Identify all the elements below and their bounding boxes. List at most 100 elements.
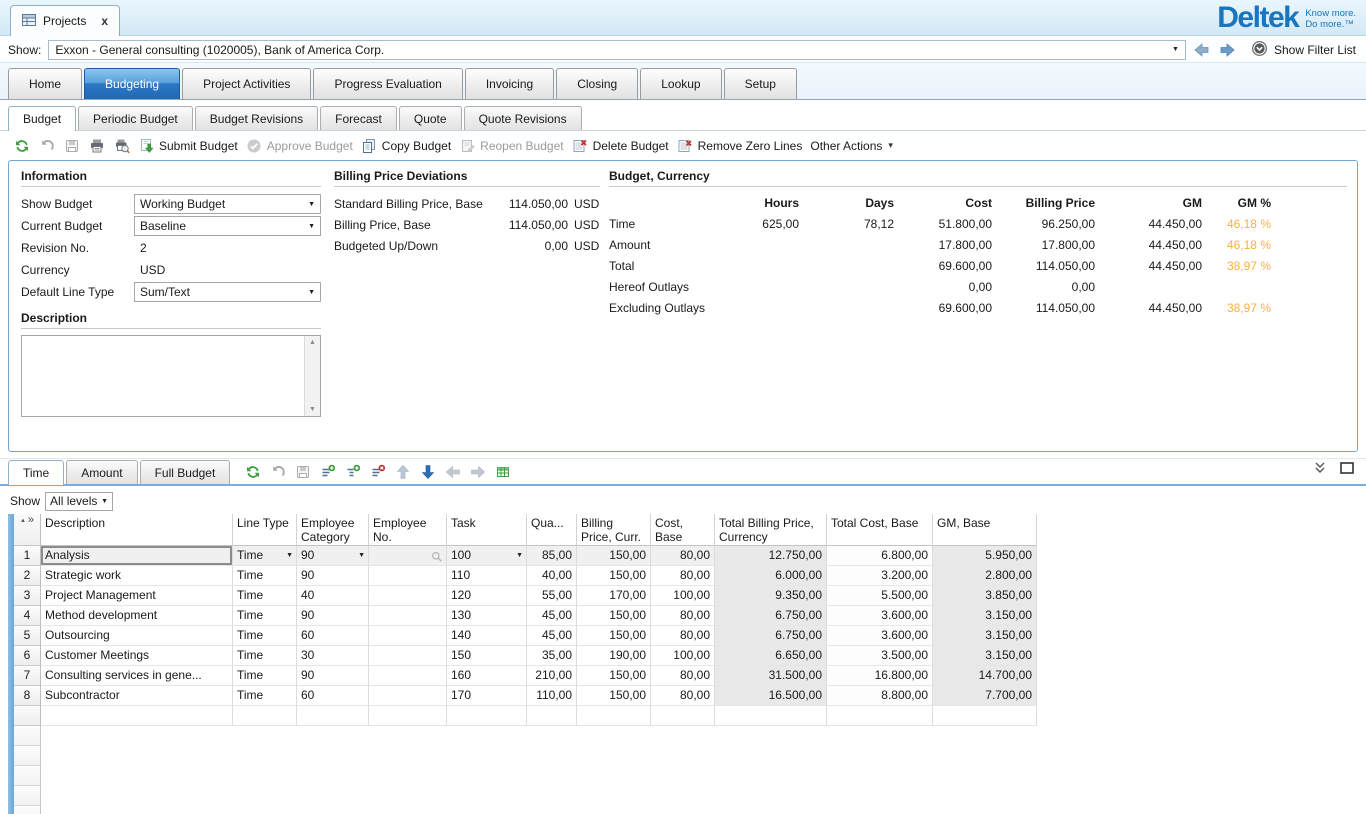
cell-empty[interactable] <box>827 706 933 726</box>
cell-task[interactable]: 140 <box>447 626 527 646</box>
cell-billing-price-curr[interactable]: 190,00 <box>577 646 651 666</box>
show-filter-list-button[interactable]: Show Filter List <box>1251 40 1356 60</box>
delete-budget-button[interactable]: Delete Budget <box>572 137 669 154</box>
cell-billing-price-curr[interactable]: 150,00 <box>577 666 651 686</box>
project-selector-combo[interactable]: Exxon - General consulting (1020005), Ba… <box>48 40 1186 60</box>
cell-employee-no[interactable] <box>369 606 447 626</box>
cell-search-icon[interactable] <box>431 550 443 566</box>
move-down-button[interactable] <box>419 463 436 480</box>
cell-employee-category-no[interactable]: 90 <box>297 566 369 586</box>
cell-task[interactable]: 150 <box>447 646 527 666</box>
cell-cost-base[interactable]: 100,00 <box>651 646 715 666</box>
print-button[interactable] <box>88 137 105 154</box>
scroll-down-icon[interactable]: ▼ <box>309 406 316 413</box>
copy-budget-button[interactable]: Copy Budget <box>361 137 451 154</box>
back-button[interactable] <box>1193 43 1211 57</box>
cell-employee-category-no[interactable]: 40 <box>297 586 369 606</box>
sub-tab-forecast[interactable]: Forecast <box>320 106 397 130</box>
cell-description[interactable]: Customer Meetings <box>41 646 233 666</box>
sub-tab-quote-revisions[interactable]: Quote Revisions <box>464 106 582 130</box>
cell-quantity[interactable]: 35,00 <box>527 646 577 666</box>
lines-tab-amount[interactable]: Amount <box>66 460 137 484</box>
cell-quantity[interactable]: 210,00 <box>527 666 577 686</box>
cell-empty[interactable] <box>577 706 651 726</box>
cell-description[interactable]: Subcontractor <box>41 686 233 706</box>
cell-task[interactable]: 100▼ <box>447 546 527 566</box>
cell-line-type[interactable]: Time <box>233 626 297 646</box>
cell-dropdown-icon[interactable]: ▼ <box>286 546 293 565</box>
other-actions-button[interactable]: Other Actions▾ <box>810 139 893 153</box>
row-number[interactable] <box>14 706 41 726</box>
cell-task[interactable]: 120 <box>447 586 527 606</box>
main-tab-home[interactable]: Home <box>8 68 82 99</box>
cell-employee-no[interactable] <box>369 546 447 566</box>
cell-employee-category-no[interactable]: 90 <box>297 666 369 686</box>
grid-corner-header[interactable]: ▲» <box>14 514 41 546</box>
main-tab-budgeting[interactable]: Budgeting <box>84 68 180 99</box>
cell-task[interactable]: 160 <box>447 666 527 686</box>
lines-tab-full-budget[interactable]: Full Budget <box>140 460 231 484</box>
cell-empty[interactable] <box>41 706 233 726</box>
cell-description[interactable]: Project Management <box>41 586 233 606</box>
cell-line-type[interactable]: Time <box>233 666 297 686</box>
cell-line-type[interactable]: Time <box>233 586 297 606</box>
cell-empty[interactable] <box>651 706 715 726</box>
cell-billing-price-curr[interactable]: 150,00 <box>577 626 651 646</box>
insert-line-button[interactable] <box>344 463 361 480</box>
cell-line-type[interactable]: Time <box>233 566 297 586</box>
move-right-button[interactable] <box>469 463 486 480</box>
cell-description[interactable]: Strategic work <box>41 566 233 586</box>
cell-billing-price-curr[interactable]: 170,00 <box>577 586 651 606</box>
scroll-up-icon[interactable]: ▲ <box>309 339 316 346</box>
grid-header-employee-category-no[interactable]: Employee Category No. <box>297 514 369 546</box>
sub-tab-periodic-budget[interactable]: Periodic Budget <box>78 106 193 130</box>
grid-header-employee-no[interactable]: Employee No. <box>369 514 447 546</box>
grid-header-task[interactable]: Task <box>447 514 527 546</box>
row-number[interactable]: 5 <box>14 626 41 646</box>
grid-header-total-billing-price[interactable]: Total Billing Price, Currency <box>715 514 827 546</box>
row-number[interactable]: 8 <box>14 686 41 706</box>
grid-header-cost-base[interactable]: Cost, Base <box>651 514 715 546</box>
move-up-button[interactable] <box>394 463 411 480</box>
cell-employee-no[interactable] <box>369 566 447 586</box>
cell-cost-base[interactable]: 100,00 <box>651 586 715 606</box>
main-tab-lookup[interactable]: Lookup <box>640 68 721 99</box>
cell-employee-no[interactable] <box>369 586 447 606</box>
cell-employee-category-no[interactable]: 90▼ <box>297 546 369 566</box>
cell-line-type[interactable]: Time <box>233 686 297 706</box>
cell-employee-category-no[interactable]: 90 <box>297 606 369 626</box>
cell-quantity[interactable]: 85,00 <box>527 546 577 566</box>
cell-empty[interactable] <box>447 706 527 726</box>
cell-cost-base[interactable]: 80,00 <box>651 566 715 586</box>
close-tab-icon[interactable]: x <box>101 14 108 28</box>
cell-billing-price-curr[interactable]: 150,00 <box>577 686 651 706</box>
add-line-button[interactable] <box>319 463 336 480</box>
cell-employee-no[interactable] <box>369 686 447 706</box>
undo-button[interactable] <box>38 137 55 154</box>
sub-tab-quote[interactable]: Quote <box>399 106 462 130</box>
save-button[interactable] <box>63 137 80 154</box>
grid-header-quantity[interactable]: Qua... <box>527 514 577 546</box>
undo-button[interactable] <box>269 463 286 480</box>
cell-task[interactable]: 170 <box>447 686 527 706</box>
cell-employee-category-no[interactable]: 60 <box>297 626 369 646</box>
cell-billing-price-curr[interactable]: 150,00 <box>577 566 651 586</box>
row-number[interactable]: 6 <box>14 646 41 666</box>
cell-description[interactable]: Outsourcing <box>41 626 233 646</box>
cell-quantity[interactable]: 45,00 <box>527 606 577 626</box>
row-number[interactable]: 7 <box>14 666 41 686</box>
cell-employee-category-no[interactable]: 30 <box>297 646 369 666</box>
cell-empty[interactable] <box>369 706 447 726</box>
cell-employee-no[interactable] <box>369 626 447 646</box>
grid-header-description[interactable]: Description <box>41 514 233 546</box>
cell-line-type[interactable]: Time <box>233 646 297 666</box>
cell-empty[interactable] <box>933 706 1037 726</box>
cell-description[interactable]: Analysis <box>41 546 233 566</box>
level-filter-dropdown[interactable]: All levels ▼ <box>45 492 113 511</box>
row-number[interactable]: 4 <box>14 606 41 626</box>
row-number[interactable]: 3 <box>14 586 41 606</box>
approve-budget-button[interactable]: Approve Budget <box>246 137 353 154</box>
workspace-tab-projects[interactable]: Projects x <box>10 5 120 36</box>
cell-billing-price-curr[interactable]: 150,00 <box>577 546 651 566</box>
sub-tab-budget-revisions[interactable]: Budget Revisions <box>195 106 318 130</box>
